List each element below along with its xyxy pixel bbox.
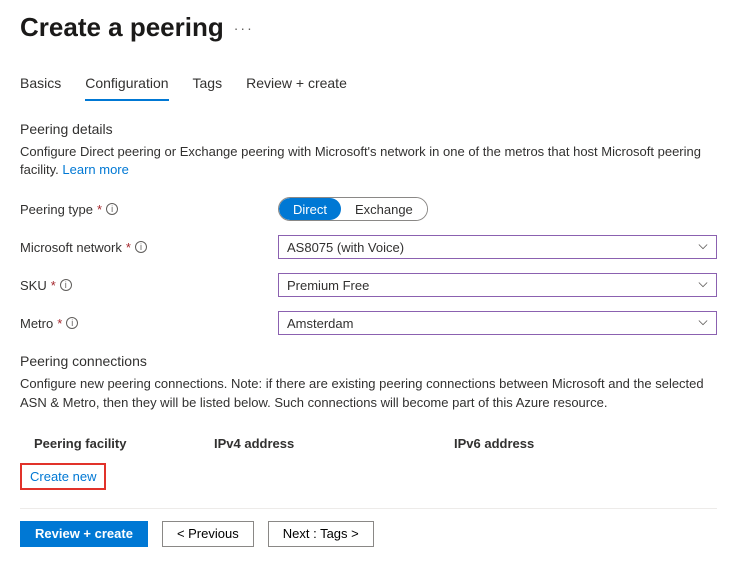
info-icon[interactable]: i <box>106 203 118 215</box>
column-ipv6-address: IPv6 address <box>454 436 717 451</box>
required-marker: * <box>126 240 131 255</box>
peering-connections-description: Configure new peering connections. Note:… <box>20 375 717 411</box>
sku-select[interactable]: Premium Free <box>278 273 717 297</box>
tab-configuration[interactable]: Configuration <box>85 69 168 101</box>
info-icon[interactable]: i <box>135 241 147 253</box>
chevron-down-icon <box>698 318 708 328</box>
tab-tags[interactable]: Tags <box>193 69 223 101</box>
info-icon[interactable]: i <box>60 279 72 291</box>
info-icon[interactable]: i <box>66 317 78 329</box>
sku-value: Premium Free <box>287 278 369 293</box>
microsoft-network-select[interactable]: AS8075 (with Voice) <box>278 235 717 259</box>
microsoft-network-value: AS8075 (with Voice) <box>287 240 404 255</box>
metro-select[interactable]: Amsterdam <box>278 311 717 335</box>
tab-review-create[interactable]: Review + create <box>246 69 347 101</box>
more-actions-icon[interactable]: ··· <box>234 20 254 36</box>
tab-basics[interactable]: Basics <box>20 69 61 101</box>
learn-more-link[interactable]: Learn more <box>62 162 128 177</box>
peering-type-label: Peering type * i <box>20 202 278 217</box>
connections-table-header: Peering facility IPv4 address IPv6 addre… <box>20 430 717 459</box>
create-new-link[interactable]: Create new <box>30 469 96 484</box>
peering-type-direct[interactable]: Direct <box>279 198 341 220</box>
microsoft-network-label: Microsoft network * i <box>20 240 278 255</box>
peering-connections-heading: Peering connections <box>20 353 717 369</box>
column-peering-facility: Peering facility <box>34 436 214 451</box>
tab-bar: Basics Configuration Tags Review + creat… <box>20 69 717 101</box>
peering-details-heading: Peering details <box>20 121 717 137</box>
column-ipv4-address: IPv4 address <box>214 436 454 451</box>
required-marker: * <box>57 316 62 331</box>
metro-label: Metro * i <box>20 316 278 331</box>
peering-type-toggle[interactable]: Direct Exchange <box>278 197 428 221</box>
peering-type-exchange[interactable]: Exchange <box>341 198 427 220</box>
metro-value: Amsterdam <box>287 316 353 331</box>
required-marker: * <box>51 278 56 293</box>
review-create-button[interactable]: Review + create <box>20 521 148 547</box>
chevron-down-icon <box>698 280 708 290</box>
page-title: Create a peering <box>20 12 224 43</box>
footer-actions: Review + create < Previous Next : Tags > <box>20 508 717 547</box>
create-new-highlight: Create new <box>20 463 106 490</box>
previous-button[interactable]: < Previous <box>162 521 254 547</box>
required-marker: * <box>97 202 102 217</box>
sku-label: SKU * i <box>20 278 278 293</box>
chevron-down-icon <box>698 242 708 252</box>
peering-details-description: Configure Direct peering or Exchange pee… <box>20 143 717 179</box>
next-button[interactable]: Next : Tags > <box>268 521 374 547</box>
